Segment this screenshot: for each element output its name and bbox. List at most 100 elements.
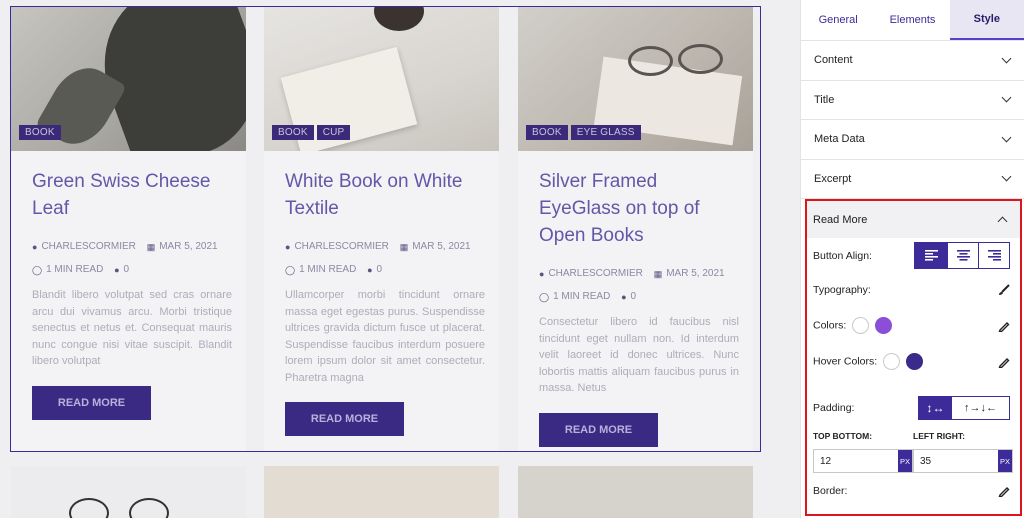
post-card: BOOK CUP White Book on White Textile ● CH… <box>264 6 499 452</box>
unit-badge[interactable]: PX <box>898 450 912 472</box>
padding-row: Padding: ↕↔ ↑→↓← <box>813 396 1010 420</box>
chevron-down-icon <box>1001 53 1012 64</box>
preview-canvas: BOOK Green Swiss Cheese Leaf ● CHARLESCOR… <box>0 0 800 518</box>
button-align-row: Button Align: <box>813 242 1010 269</box>
clock-icon: ◯ <box>285 264 296 275</box>
post-card-partial <box>264 466 499 518</box>
align-right-button[interactable] <box>978 243 1009 268</box>
tab-style[interactable]: Style <box>949 0 1024 40</box>
button-align-label: Button Align: <box>813 249 872 262</box>
colors-label: Colors: <box>813 319 847 332</box>
comment-icon: ● <box>621 291 627 302</box>
section-label: Excerpt <box>814 172 852 185</box>
align-center-button[interactable] <box>947 243 978 268</box>
read-more-button[interactable]: READ MORE <box>539 412 658 447</box>
read-time: 1 MIN READ <box>553 290 611 302</box>
section-label: Content <box>814 54 853 67</box>
post-tags: BOOK <box>19 125 61 140</box>
align-left-button[interactable] <box>915 243 947 268</box>
hover-color-swatch-background[interactable] <box>906 353 924 370</box>
read-more-button[interactable]: READ MORE <box>285 402 404 437</box>
unit-badge[interactable]: PX <box>998 450 1012 472</box>
comment-count[interactable]: 0 <box>631 286 637 308</box>
clock-icon: ◯ <box>539 291 550 302</box>
post-author[interactable]: CHARLESCORMIER <box>294 236 388 258</box>
read-time: 1 MIN READ <box>46 263 104 275</box>
chevron-down-icon <box>1001 92 1012 103</box>
tag[interactable]: BOOK <box>526 125 568 140</box>
align-center-icon <box>956 250 970 261</box>
section-meta-data[interactable]: Meta Data <box>801 120 1024 160</box>
comment-icon: ● <box>367 264 373 275</box>
calendar-icon: ▦ <box>653 269 663 279</box>
hover-colors-label: Hover Colors: <box>813 355 878 368</box>
padding-separate-button[interactable]: ↑→↓← <box>952 397 1009 419</box>
tag[interactable]: BOOK <box>19 125 61 140</box>
padding-label: Padding: <box>813 402 855 414</box>
section-content[interactable]: Content <box>801 41 1024 81</box>
tag[interactable]: CUP <box>316 125 351 140</box>
comment-count[interactable]: 0 <box>377 259 383 281</box>
section-read-more-header[interactable]: Read More <box>807 201 1020 238</box>
post-tags: BOOK EYE GLASS <box>526 125 641 140</box>
chevron-down-icon <box>1001 132 1012 143</box>
tab-elements[interactable]: Elements <box>875 0 949 40</box>
post-card: BOOK Green Swiss Cheese Leaf ● CHARLESCOR… <box>11 6 246 452</box>
post-meta: ● CHARLESCORMIER ▦ MAR 5, 2021 ◯ 1 MIN READ… <box>539 263 739 308</box>
section-read-more: Read More Button Align: Typography: Colo… <box>805 199 1022 516</box>
color-swatch-text[interactable] <box>852 317 870 334</box>
padding-left-right-field: PX <box>913 449 1013 473</box>
calendar-icon: ▦ <box>399 242 409 252</box>
border-label: Border: <box>813 485 848 497</box>
section-excerpt[interactable]: Excerpt <box>801 160 1024 199</box>
align-right-icon <box>987 250 1001 261</box>
pencil-icon[interactable] <box>998 485 1010 497</box>
border-row: Border: <box>813 485 1010 497</box>
pencil-icon[interactable] <box>998 356 1010 368</box>
typography-label: Typography: <box>813 284 871 296</box>
top-bottom-label: TOP BOTTOM: <box>813 431 873 441</box>
chevron-down-icon <box>1001 171 1012 182</box>
post-author[interactable]: CHARLESCORMIER <box>41 236 135 258</box>
user-icon: ● <box>32 242 38 252</box>
chevron-up-icon <box>997 216 1008 227</box>
tab-general[interactable]: General <box>801 0 875 40</box>
post-card-partial <box>11 466 246 518</box>
post-title[interactable]: Green Swiss Cheese Leaf <box>32 168 232 222</box>
align-left-icon <box>924 250 938 261</box>
tag[interactable]: BOOK <box>272 125 314 140</box>
hover-colors-row: Hover Colors: <box>813 353 1010 370</box>
section-label: Title <box>814 93 835 106</box>
read-more-button[interactable]: READ MORE <box>32 385 151 420</box>
padding-mode-group: ↕↔ ↑→↓← <box>918 396 1010 420</box>
post-date: MAR 5, 2021 <box>666 268 725 279</box>
typography-row: Typography: <box>813 284 1010 296</box>
section-label: Read More <box>813 213 868 226</box>
panel-tabs: General Elements Style <box>801 0 1024 41</box>
padding-top-bottom-input[interactable] <box>814 450 898 472</box>
tag[interactable]: EYE GLASS <box>570 125 641 140</box>
padding-left-right-input[interactable] <box>914 450 998 472</box>
post-date: MAR 5, 2021 <box>412 241 471 252</box>
post-excerpt: Consectetur libero id faucibus nisl tinc… <box>539 316 739 395</box>
colors-row: Colors: <box>813 317 1010 334</box>
hover-color-swatch-text[interactable] <box>883 353 901 370</box>
section-title[interactable]: Title <box>801 81 1024 120</box>
post-card: BOOK EYE GLASS Silver Framed EyeGlass on… <box>518 6 753 452</box>
left-right-label: LEFT RIGHT: <box>913 431 965 441</box>
section-label: Meta Data <box>814 133 865 146</box>
post-excerpt: Ullamcorper morbi tincidunt ornare massa… <box>285 289 485 384</box>
pencil-icon[interactable] <box>998 320 1010 332</box>
user-icon: ● <box>539 269 545 279</box>
clock-icon: ◯ <box>32 264 43 275</box>
post-meta: ● CHARLESCORMIER ▦ MAR 5, 2021 ◯ 1 MIN READ… <box>32 236 232 281</box>
post-title[interactable]: Silver Framed EyeGlass on top of Open Bo… <box>539 168 739 249</box>
brush-icon[interactable] <box>998 284 1010 296</box>
post-meta: ● CHARLESCORMIER ▦ MAR 5, 2021 ◯ 1 MIN READ… <box>285 236 485 281</box>
comment-count[interactable]: 0 <box>124 259 130 281</box>
color-swatch-background[interactable] <box>875 317 893 334</box>
post-title[interactable]: White Book on White Textile <box>285 168 485 222</box>
padding-linked-button[interactable]: ↕↔ <box>919 397 952 419</box>
post-tags: BOOK CUP <box>272 125 351 140</box>
post-author[interactable]: CHARLESCORMIER <box>548 263 642 285</box>
